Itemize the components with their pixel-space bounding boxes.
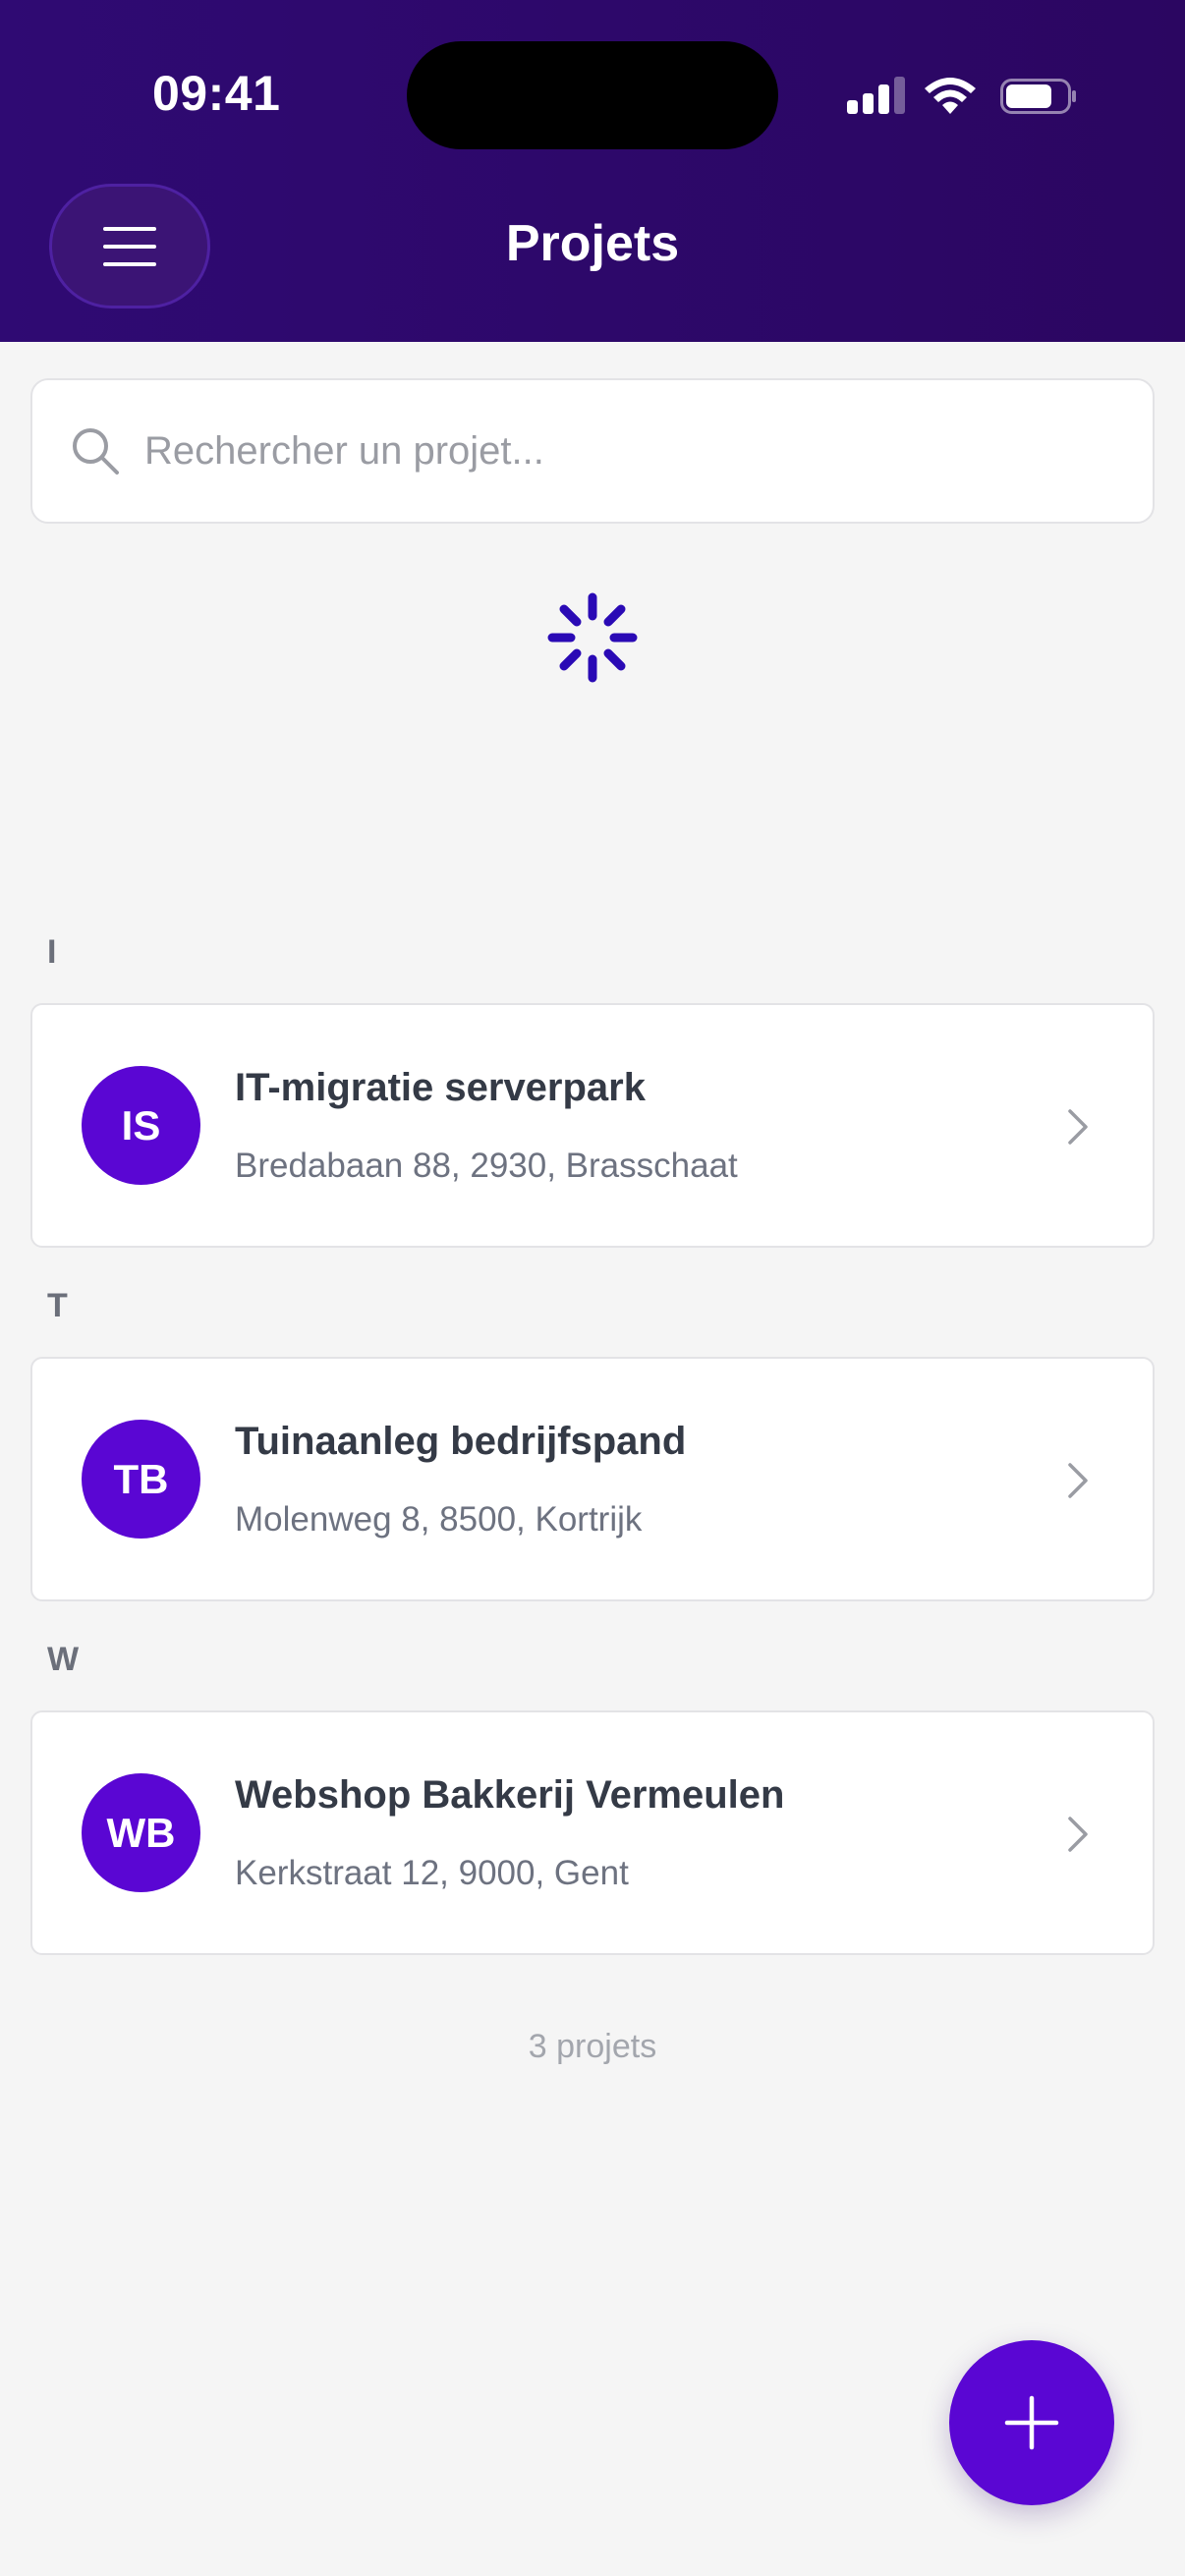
page-title: Projets [505, 215, 680, 272]
section-header: W [47, 1641, 80, 1678]
dynamic-island [407, 41, 778, 149]
project-address: Bredabaan 88, 2930, Brasschaat [235, 1147, 738, 1185]
project-count: 3 projets [528, 2028, 657, 2065]
chevron-right-icon [1068, 1817, 1088, 1852]
section-header: T [47, 1287, 68, 1324]
add-project-button[interactable] [949, 2340, 1114, 2505]
cellular-signal-icon [847, 75, 906, 118]
project-card[interactable]: WB Webshop Bakkerij Vermeulen Kerkstraat… [30, 1710, 1155, 1955]
project-card[interactable]: TB Tuinaanleg bedrijfspand Molenweg 8, 8… [30, 1357, 1155, 1601]
project-address: Molenweg 8, 8500, Kortrijk [235, 1500, 643, 1539]
search-bar[interactable] [30, 378, 1155, 524]
project-avatar: TB [82, 1420, 200, 1539]
chevron-right-icon [1068, 1109, 1088, 1145]
loading-spinner-icon [547, 592, 638, 683]
wifi-icon [925, 78, 976, 114]
search-icon [73, 428, 119, 475]
status-time: 09:41 [152, 66, 281, 121]
battery-icon [1000, 79, 1076, 114]
project-name: Webshop Bakkerij Vermeulen [235, 1773, 785, 1817]
project-name: IT-migratie serverpark [235, 1066, 646, 1109]
project-address: Kerkstraat 12, 9000, Gent [235, 1854, 629, 1892]
chevron-right-icon [1068, 1463, 1088, 1498]
project-avatar: IS [82, 1066, 200, 1185]
app-header: 09:41 Projets [0, 0, 1185, 342]
project-name: Tuinaanleg bedrijfspand [235, 1420, 687, 1463]
search-input[interactable] [144, 410, 1127, 492]
plus-icon [1004, 2395, 1059, 2450]
section-header: I [47, 933, 57, 971]
project-avatar: WB [82, 1773, 200, 1892]
project-card[interactable]: IS IT-migratie serverpark Bredabaan 88, … [30, 1003, 1155, 1248]
